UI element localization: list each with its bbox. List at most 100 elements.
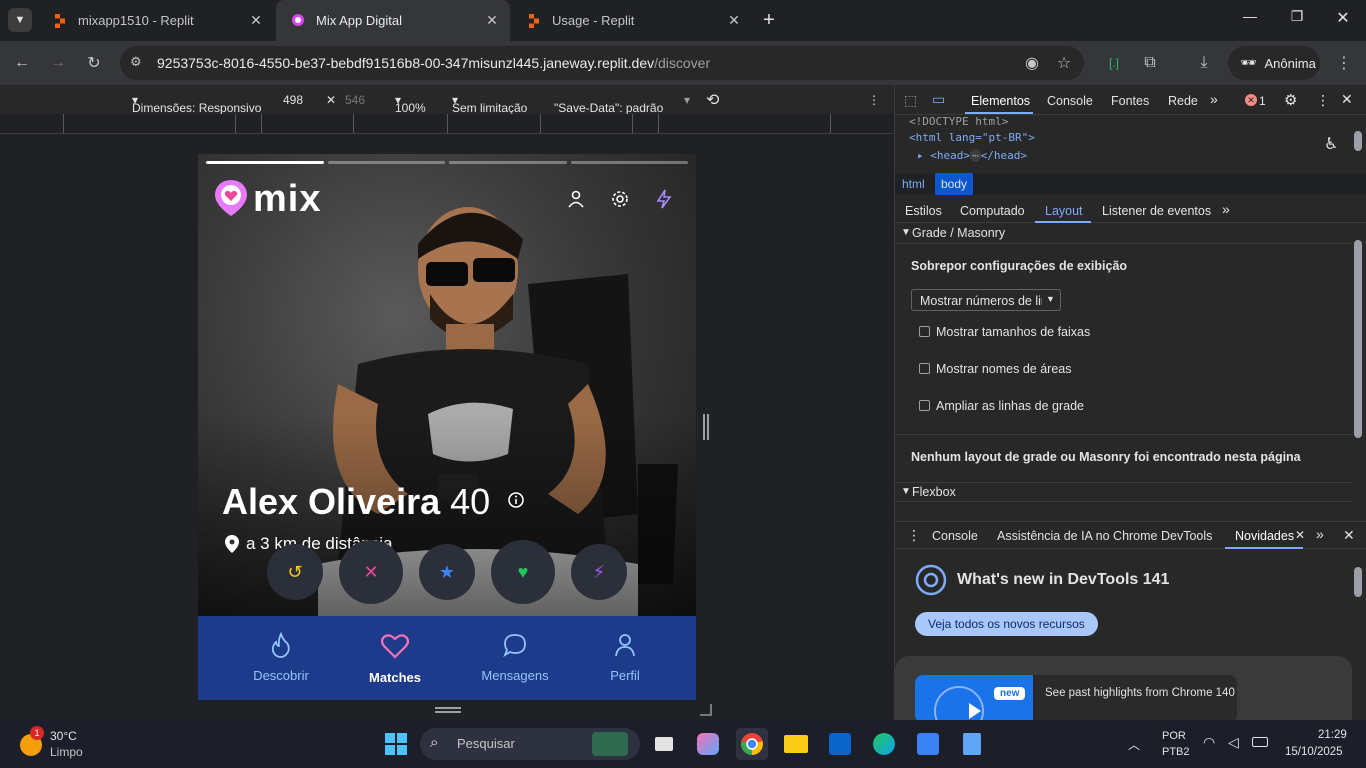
language-top[interactable]: POR [1162,730,1186,742]
bookmark-button[interactable]: ☆ [1050,49,1078,77]
clock-date[interactable]: 15/10/2025 [1285,746,1343,758]
height-input[interactable]: 546 [345,93,365,107]
battery-icon[interactable] [1252,737,1268,747]
chrome-button[interactable] [736,728,768,760]
dom-line-html[interactable]: <html lang="pt-BR"> [909,131,1035,144]
clock-time[interactable]: 21:29 [1318,729,1347,741]
tab-fontes[interactable]: Fontes [1111,94,1149,108]
edge-button[interactable] [868,728,900,760]
settings-icon[interactable]: ⚙ [1284,91,1297,109]
minimize-button[interactable]: — [1238,8,1262,32]
tab-mixapp-replit[interactable]: mixapp1510 - Replit ✕ [38,0,274,41]
overlay-select[interactable]: Mostrar números de lir ▼ [911,289,1061,311]
nav-item-descobrir[interactable]: Descobrir [231,616,331,700]
extensions-button[interactable]: ⧉ [1136,49,1164,77]
device-toggle-icon[interactable]: ▭ [932,91,945,108]
close-icon[interactable]: ✕ [484,12,500,29]
viewport-height-handle[interactable] [435,707,461,713]
dom-line-doctype[interactable]: <!DOCTYPE html> [909,115,1008,128]
tab-search-button[interactable]: ▼ [8,8,32,32]
tab-elementos[interactable]: Elementos [971,94,1030,108]
notepad-button[interactable] [956,728,988,760]
tab-console[interactable]: Console [1047,94,1093,108]
chevron-up-icon[interactable]: ︿ [1128,736,1140,753]
address-bar[interactable]: ⚙ 9253753c-8016-4550-be37-bebdf91516b8-0… [120,46,1084,80]
grid-section-header[interactable]: ▼ Grade / Masonry [895,224,1352,244]
volume-icon[interactable]: ◁ [1228,734,1239,751]
wifi-icon[interactable]: ◠ [1203,734,1215,751]
more-tabs-icon[interactable]: » [1316,526,1324,542]
width-input[interactable]: 498 [283,93,303,107]
outlook-button[interactable] [824,728,856,760]
taskbar-search[interactable]: ⌕ Pesquisar [420,728,640,760]
task-view-button[interactable] [648,728,680,760]
copilot-button[interactable] [692,728,724,760]
bolt-action-button[interactable]: ⚡ [571,544,627,600]
close-icon[interactable]: ✕ [1343,527,1355,544]
url-text[interactable]: 9253753c-8016-4550-be37-bebdf91516b8-00-… [157,55,710,71]
nav-item-perfil[interactable]: Perfil [575,616,675,700]
new-tab-button[interactable]: + [758,9,780,31]
breadcrumb-html[interactable]: html [902,177,925,191]
highlight-item[interactable]: new See past highlights from Chrome 140 [915,675,1237,723]
settings-icon[interactable] [609,188,631,210]
menu-button[interactable]: ⋮ [1330,49,1358,77]
restore-button[interactable]: ❐ [1285,8,1309,32]
error-icon[interactable]: ✕ [1245,94,1257,106]
breadcrumb-body[interactable]: body [935,173,974,195]
close-icon[interactable]: ✕ [726,12,742,29]
nav-item-mensagens[interactable]: Mensagens [465,616,565,700]
checkbox-track-sizes[interactable] [919,326,930,337]
site-info-icon[interactable]: ⚙ [130,54,142,70]
flexbox-section-header[interactable]: ▼ Flexbox [895,482,1352,502]
see-all-features-button[interactable]: Veja todos os novos recursos [915,612,1098,636]
drawer-tab-ai[interactable]: Assistência de IA no Chrome DevTools [997,529,1212,543]
checkbox-area-names[interactable] [919,363,930,374]
tab-mix-app-digital[interactable]: Mix App Digital ✕ [276,0,510,41]
more-vertical-icon[interactable]: ⋮ [907,527,921,544]
tab-listener[interactable]: Listener de eventos [1102,204,1211,218]
chevron-down-icon[interactable]: ▾ [684,93,690,107]
drawer-scrollbar[interactable] [1354,567,1362,597]
more-tabs-icon[interactable]: » [1222,201,1230,217]
photos-button[interactable] [912,728,944,760]
rotate-icon[interactable]: ⟲ [706,90,719,110]
bolt-icon[interactable] [653,188,675,210]
start-button[interactable] [380,728,412,760]
undo-action-button[interactable]: ↺ [267,544,323,600]
layout-scrollbar[interactable] [1354,240,1362,438]
more-vertical-icon[interactable]: ⋮ [1316,92,1330,109]
user-icon[interactable] [565,188,587,210]
viewport-resize-handle[interactable] [703,414,709,440]
more-tabs-icon[interactable]: » [1210,91,1218,107]
incognito-profile-button[interactable]: 🕶 Anônima [1228,46,1320,80]
heart-action-button[interactable]: ♥ [491,540,555,604]
dom-scrollbar[interactable] [1354,131,1362,151]
tab-rede[interactable]: Rede [1168,94,1198,108]
back-button[interactable]: ← [8,49,36,77]
close-icon[interactable]: ✕ [1295,528,1305,542]
corner-resize-handle[interactable] [700,704,712,716]
explorer-button[interactable] [780,728,812,760]
language-bottom[interactable]: PTB2 [1162,746,1190,758]
extension-replit-button[interactable]: [.] [1100,49,1128,77]
tab-estilos[interactable]: Estilos [905,204,942,218]
dimensions-select[interactable]: Dimensões: Responsivo ▾ [132,93,261,115]
more-vertical-icon[interactable]: ⋮ [868,93,880,107]
tab-usage-replit[interactable]: Usage - Replit ✕ [512,0,752,41]
error-count[interactable]: 1 [1259,94,1266,108]
window-close-button[interactable]: ✕ [1331,8,1355,32]
close-icon[interactable]: ✕ [1341,91,1353,108]
dom-line-head[interactable]: ▸ <head> ⋯ </head> [917,149,1027,162]
accessibility-icon[interactable]: ♿ [1324,134,1338,154]
weather-widget[interactable]: 1 30°C Limpo [18,726,118,762]
close-action-button[interactable]: ✕ [339,540,403,604]
drawer-tab-console[interactable]: Console [932,529,978,543]
throttle-select[interactable]: Sem limitação ▾ [452,93,527,115]
checkbox-extend-lines[interactable] [919,400,930,411]
inspect-icon[interactable]: ⬚ [904,92,917,109]
forward-button[interactable]: → [44,49,72,77]
eye-off-button[interactable]: ◉ [1018,49,1046,77]
close-icon[interactable]: ✕ [248,12,264,29]
downloads-button[interactable]: ⤓ [1190,49,1218,77]
